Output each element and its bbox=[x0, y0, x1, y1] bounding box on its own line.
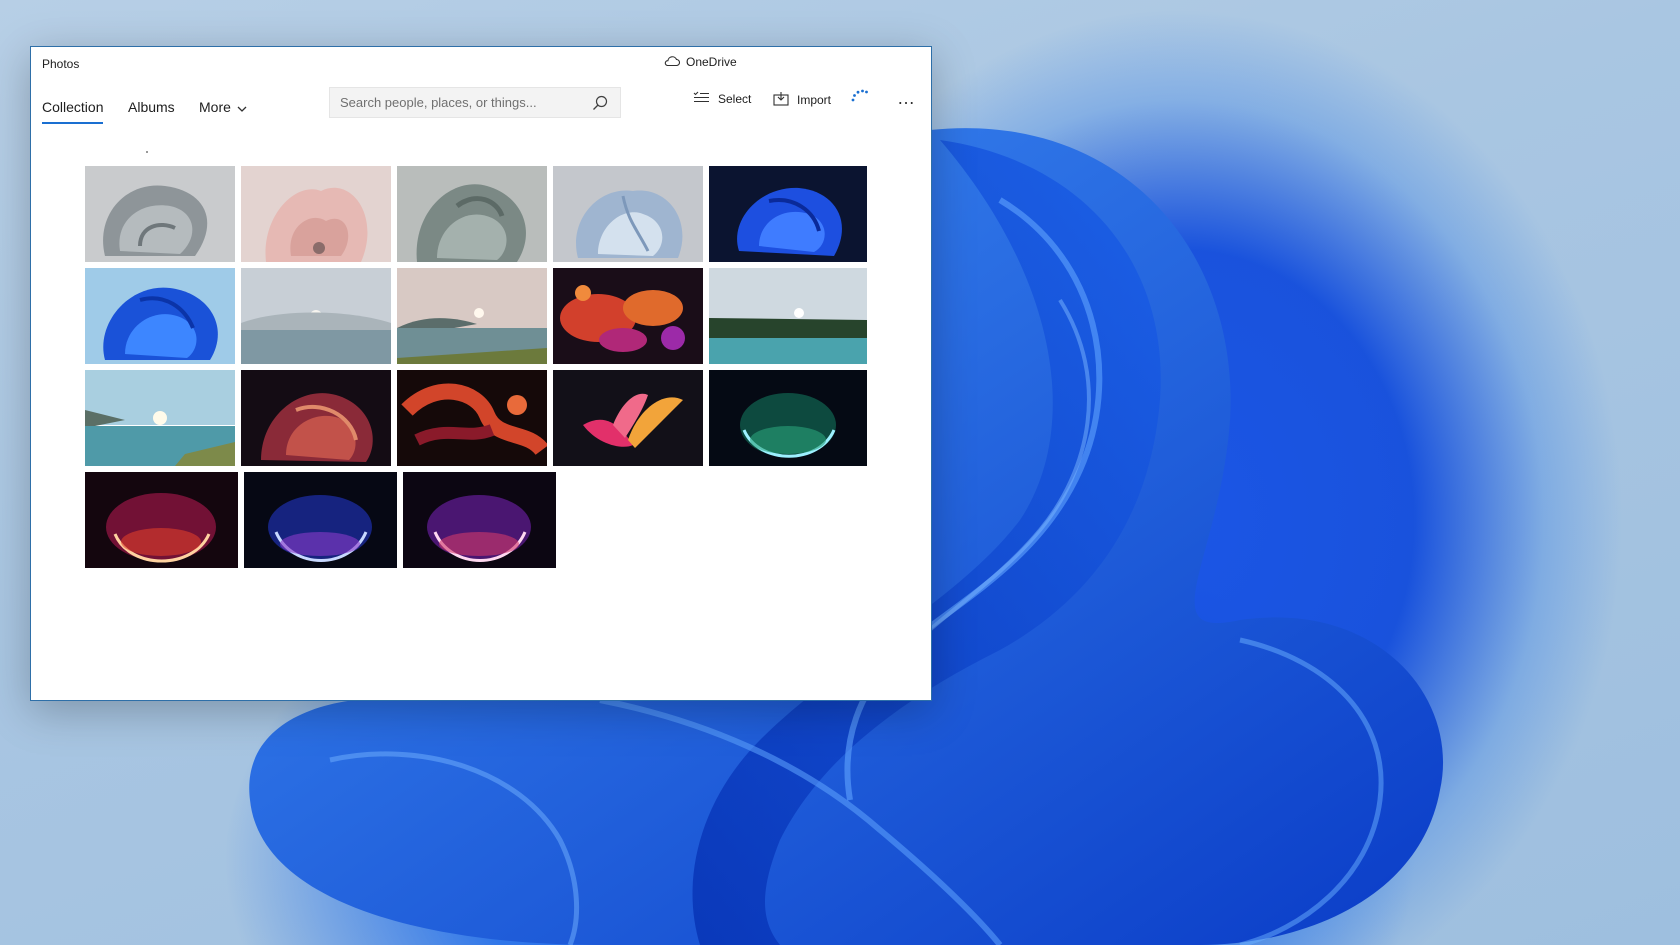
photo-thumbnail[interactable] bbox=[241, 370, 391, 466]
photo-thumbnail[interactable] bbox=[403, 472, 556, 568]
search-box bbox=[329, 87, 621, 118]
tab-label: Albums bbox=[128, 99, 175, 115]
photo-thumbnail[interactable] bbox=[397, 166, 547, 262]
photos-window: Photos OneDrive Collection Albums More S… bbox=[30, 46, 932, 701]
tab-more[interactable]: More bbox=[199, 99, 247, 115]
chevron-down-icon bbox=[237, 99, 247, 115]
section-marker bbox=[146, 151, 148, 153]
import-button[interactable]: Import bbox=[773, 91, 831, 109]
photo-thumbnail[interactable] bbox=[397, 268, 547, 364]
tab-collection[interactable]: Collection bbox=[42, 99, 104, 124]
photo-thumbnail[interactable] bbox=[85, 472, 238, 568]
photo-thumbnail[interactable] bbox=[85, 166, 235, 262]
photo-thumbnail[interactable] bbox=[709, 268, 867, 364]
more-dots-icon[interactable]: … bbox=[897, 89, 917, 107]
cloud-icon bbox=[663, 55, 680, 69]
search-input[interactable] bbox=[340, 88, 580, 117]
photo-thumbnail[interactable] bbox=[241, 166, 391, 262]
photo-thumbnail[interactable] bbox=[709, 166, 867, 262]
onedrive-status[interactable]: OneDrive bbox=[663, 55, 737, 69]
photo-thumbnail[interactable] bbox=[553, 166, 703, 262]
import-icon bbox=[773, 91, 789, 109]
search-icon[interactable] bbox=[592, 95, 608, 116]
photo-thumbnail[interactable] bbox=[85, 370, 235, 466]
photo-thumbnail[interactable] bbox=[553, 370, 703, 466]
tab-label: Collection bbox=[42, 99, 104, 115]
onedrive-label: OneDrive bbox=[686, 55, 737, 69]
photo-thumbnail[interactable] bbox=[397, 370, 547, 466]
photo-thumbnail[interactable] bbox=[553, 268, 703, 364]
select-list-icon bbox=[693, 91, 710, 107]
title-bar[interactable]: Photos OneDrive bbox=[31, 47, 931, 81]
tab-albums[interactable]: Albums bbox=[128, 99, 175, 115]
photo-thumbnail[interactable] bbox=[85, 268, 235, 364]
app-title: Photos bbox=[42, 57, 80, 71]
photo-thumbnail[interactable] bbox=[244, 472, 397, 568]
active-tab-indicator bbox=[42, 122, 104, 124]
select-button[interactable]: Select bbox=[693, 91, 751, 107]
import-label: Import bbox=[797, 93, 832, 107]
photo-thumbnail[interactable] bbox=[709, 370, 867, 466]
select-label: Select bbox=[718, 92, 752, 106]
photo-thumbnail[interactable] bbox=[241, 268, 391, 364]
tab-label: More bbox=[199, 99, 231, 115]
sync-spinner-icon bbox=[851, 89, 869, 108]
